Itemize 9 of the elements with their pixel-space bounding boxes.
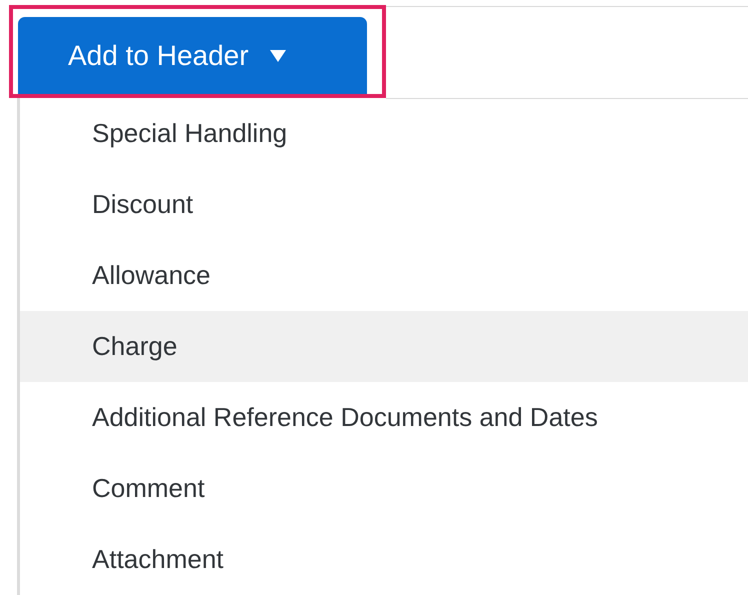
menu-item[interactable]: Discount: [20, 169, 748, 240]
menu-item[interactable]: Special Handling: [20, 98, 748, 169]
add-to-header-button[interactable]: Add to Header: [18, 17, 367, 94]
menu-item[interactable]: Charge: [20, 311, 748, 382]
menu-item[interactable]: Comment: [20, 453, 748, 524]
menu-item[interactable]: Additional Reference Documents and Dates: [20, 382, 748, 453]
menu-item[interactable]: Allowance: [20, 240, 748, 311]
menu-item[interactable]: Attachment: [20, 524, 748, 595]
caret-icon: [268, 48, 287, 62]
